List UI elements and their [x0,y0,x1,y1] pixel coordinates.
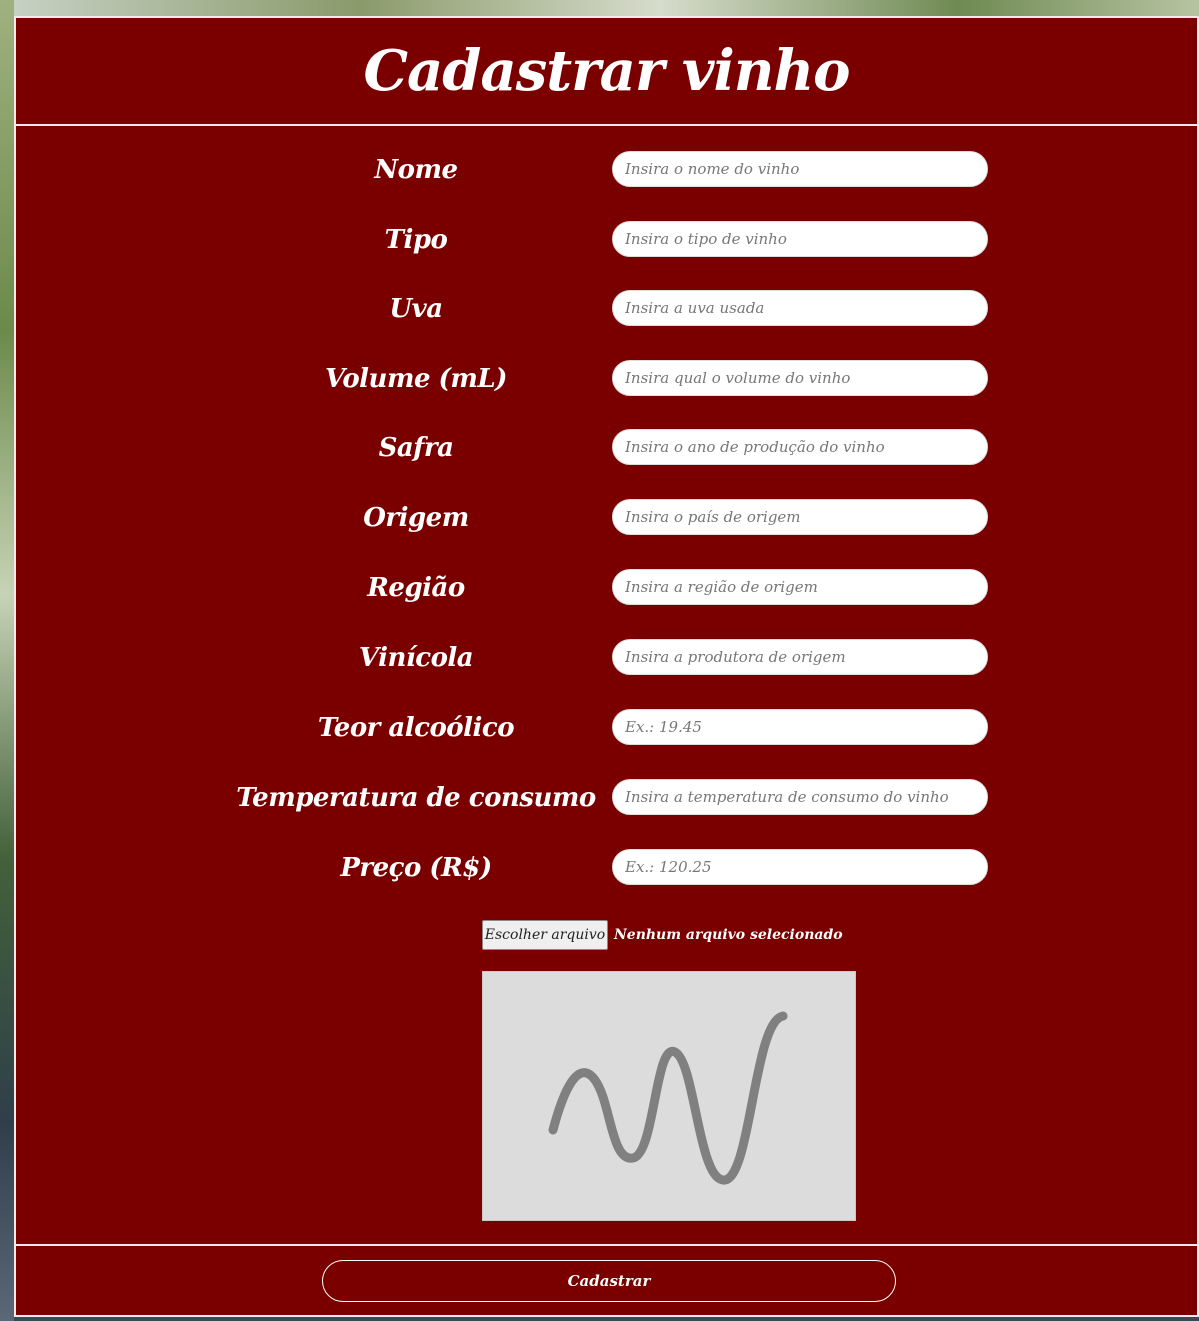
choose-file-button[interactable]: Escolher arquivo [482,920,608,950]
wine-registration-panel: Cadastrar vinho Nome Tipo Uva Volume (mL… [14,16,1199,1317]
form-row-vinicola: Vinícola [16,638,1197,678]
field-label-volume: Volume (mL) [325,364,507,394]
safra-input[interactable] [612,429,988,465]
volume-input[interactable] [612,360,988,396]
form-row-volume: Volume (mL) [16,359,1197,399]
field-label-uva: Uva [389,294,443,324]
image-preview [482,971,856,1221]
preco-input[interactable] [612,849,988,885]
field-label-regiao: Região [367,573,465,603]
background-image-left [0,0,14,1321]
regiao-input[interactable] [612,569,988,605]
origem-input[interactable] [612,499,988,535]
field-label-tipo: Tipo [384,225,448,255]
form-row-regiao: Região [16,568,1197,608]
page-header: Cadastrar vinho [16,18,1197,126]
form-row-safra: Safra [16,428,1197,468]
vinicola-input[interactable] [612,639,988,675]
field-label-nome: Nome [374,155,458,185]
image-placeholder-icon [548,1011,788,1185]
form-row-temperatura: Temperatura de consumo [16,778,1197,818]
file-status-text: Nenhum arquivo selecionado [614,927,843,943]
form-row-preco: Preço (R$) [16,848,1197,888]
field-label-safra: Safra [378,433,454,463]
temperatura-input[interactable] [612,779,988,815]
tipo-input[interactable] [612,221,988,257]
nome-input[interactable] [612,151,988,187]
form-row-teor-alcoolico: Teor alcoólico [16,708,1197,748]
field-label-vinicola: Vinícola [358,643,474,673]
form-row-origem: Origem [16,498,1197,538]
form-row-nome: Nome [16,150,1197,190]
file-upload: Escolher arquivo Nenhum arquivo selecion… [16,920,1197,950]
uva-input[interactable] [612,290,988,326]
form-row-tipo: Tipo [16,220,1197,260]
form-footer: Cadastrar [16,1244,1197,1315]
field-label-teor-alcoolico: Teor alcoólico [317,713,515,743]
field-label-temperatura: Temperatura de consumo [236,783,596,813]
page-title: Cadastrar vinho [363,38,850,104]
field-label-origem: Origem [363,503,469,533]
form-row-uva: Uva [16,289,1197,329]
field-label-preco: Preço (R$) [340,853,492,883]
teor-alcoolico-input[interactable] [612,709,988,745]
cadastrar-button[interactable]: Cadastrar [322,1260,896,1302]
